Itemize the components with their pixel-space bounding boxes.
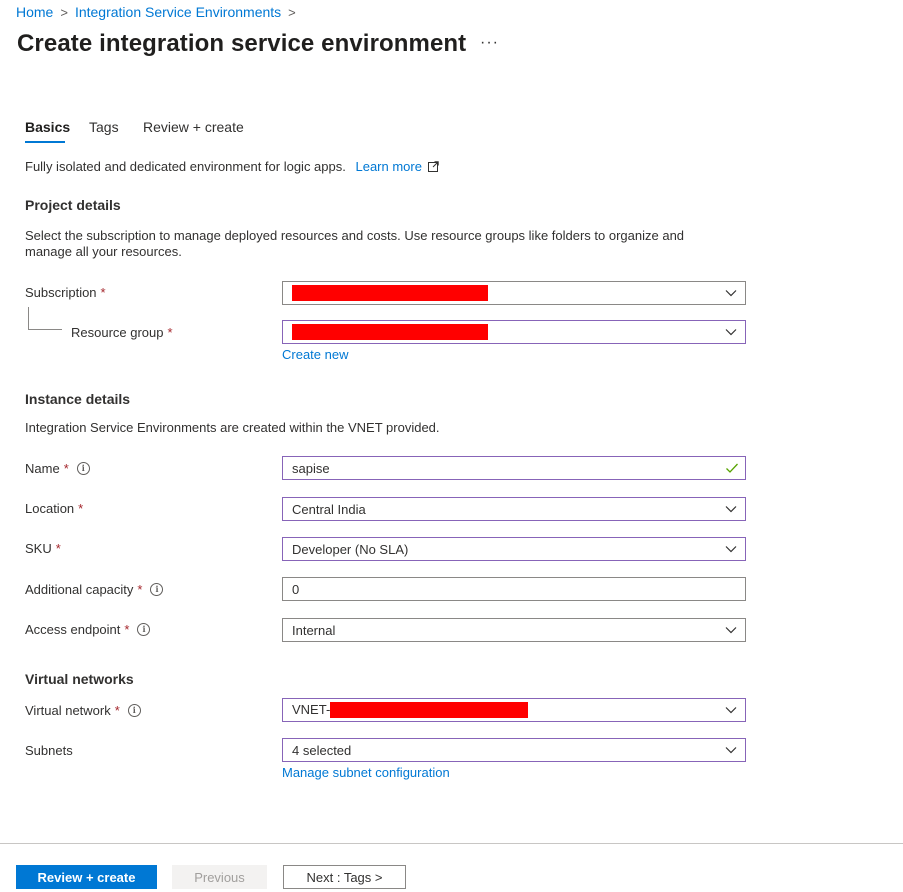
additional-capacity-label-text: Additional capacity <box>25 582 134 597</box>
breadcrumb-separator: > <box>60 4 68 20</box>
required-marker: * <box>124 622 130 637</box>
intro-description: Fully isolated and dedicated environment… <box>25 159 439 175</box>
breadcrumb-ise-link[interactable]: Integration Service Environments <box>75 4 281 20</box>
required-marker: * <box>114 703 120 718</box>
tab-review-create[interactable]: Review + create <box>143 119 244 135</box>
chevron-down-icon <box>725 747 737 754</box>
sku-label-text: SKU <box>25 541 52 556</box>
sku-label: SKU * <box>25 541 61 556</box>
checkmark-icon <box>726 463 738 473</box>
location-value: Central India <box>292 501 366 517</box>
name-value: sapise <box>292 460 330 476</box>
subnets-value: 4 selected <box>292 742 352 758</box>
tab-basics[interactable]: Basics <box>25 119 70 135</box>
virtual-network-value: VNET- <box>292 702 745 719</box>
redacted-value <box>292 324 488 341</box>
location-dropdown[interactable]: Central India <box>282 497 746 521</box>
required-marker: * <box>55 541 61 556</box>
info-icon[interactable]: i <box>150 583 164 596</box>
redacted-value <box>292 285 488 302</box>
subscription-value <box>292 285 745 302</box>
required-marker: * <box>100 285 106 300</box>
name-input[interactable]: sapise <box>282 456 746 480</box>
required-marker: * <box>167 325 173 340</box>
resource-group-value <box>292 324 745 341</box>
subscription-label: Subscription * <box>25 285 106 300</box>
access-endpoint-label: Access endpoint * i <box>25 622 151 637</box>
required-marker: * <box>137 582 143 597</box>
breadcrumb: Home > Integration Service Environments … <box>16 4 303 20</box>
name-label-text: Name <box>25 461 60 476</box>
virtual-networks-heading: Virtual networks <box>25 671 134 687</box>
review-create-button[interactable]: Review + create <box>16 865 157 889</box>
info-icon[interactable]: i <box>137 623 151 636</box>
location-label: Location * <box>25 501 83 516</box>
additional-capacity-input[interactable]: 0 <box>282 577 746 601</box>
subnets-label: Subnets <box>25 743 73 758</box>
name-label: Name * i <box>25 461 90 476</box>
virtual-network-dropdown[interactable]: VNET- <box>282 698 746 722</box>
tree-connector <box>28 307 62 330</box>
intro-text: Fully isolated and dedicated environment… <box>25 159 346 174</box>
instance-details-heading: Instance details <box>25 391 131 407</box>
sku-value: Developer (No SLA) <box>292 541 409 557</box>
chevron-down-icon <box>725 546 737 553</box>
learn-more-label: Learn more <box>355 159 422 174</box>
footer-divider <box>0 843 903 844</box>
resource-group-label-text: Resource group <box>71 325 164 340</box>
breadcrumb-home-link[interactable]: Home <box>16 4 53 20</box>
access-endpoint-dropdown[interactable]: Internal <box>282 618 746 642</box>
breadcrumb-separator: > <box>288 4 296 20</box>
more-icon[interactable]: ··· <box>480 34 499 52</box>
location-label-text: Location <box>25 501 75 516</box>
active-tab-indicator <box>25 141 65 143</box>
chevron-down-icon <box>725 707 737 714</box>
virtual-network-label: Virtual network * i <box>25 703 141 718</box>
vnet-prefix: VNET- <box>292 701 331 717</box>
additional-capacity-label: Additional capacity * i <box>25 582 164 597</box>
chevron-down-icon <box>725 506 737 513</box>
required-marker: * <box>78 501 84 516</box>
subnets-dropdown[interactable]: 4 selected <box>282 738 746 762</box>
additional-capacity-value: 0 <box>292 581 300 597</box>
subscription-label-text: Subscription <box>25 285 97 300</box>
info-icon[interactable]: i <box>76 462 90 475</box>
info-icon[interactable]: i <box>127 704 141 717</box>
next-tags-button[interactable]: Next : Tags > <box>283 865 406 889</box>
resource-group-dropdown[interactable] <box>282 320 746 344</box>
tab-tags[interactable]: Tags <box>89 119 119 135</box>
access-endpoint-label-text: Access endpoint <box>25 622 121 637</box>
chevron-down-icon <box>725 329 737 336</box>
resource-group-label: Resource group * <box>71 325 173 340</box>
chevron-down-icon <box>725 290 737 297</box>
project-details-description: Select the subscription to manage deploy… <box>25 228 685 259</box>
page-title: Create integration service environment <box>17 30 467 57</box>
access-endpoint-value: Internal <box>292 622 336 638</box>
project-details-heading: Project details <box>25 197 121 213</box>
manage-subnet-configuration-link[interactable]: Manage subnet configuration <box>282 765 450 780</box>
required-marker: * <box>63 461 69 476</box>
learn-more-link[interactable]: Learn more <box>355 159 439 174</box>
virtual-network-label-text: Virtual network <box>25 703 111 718</box>
subnets-label-text: Subnets <box>25 743 73 758</box>
subscription-dropdown[interactable] <box>282 281 746 305</box>
create-new-link[interactable]: Create new <box>282 347 348 362</box>
previous-button[interactable]: Previous <box>172 865 267 889</box>
chevron-down-icon <box>725 627 737 634</box>
sku-dropdown[interactable]: Developer (No SLA) <box>282 537 746 561</box>
redacted-value <box>330 702 529 719</box>
instance-details-description: Integration Service Environments are cre… <box>25 420 440 435</box>
external-link-icon <box>427 161 439 172</box>
